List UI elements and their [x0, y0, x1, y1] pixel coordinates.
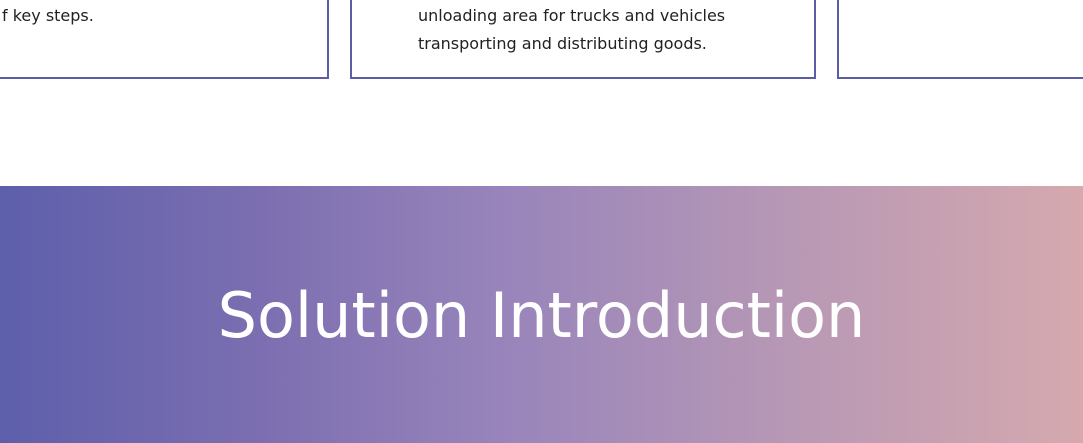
card-description-line: transporting and distributing goods.: [418, 34, 707, 53]
card-description: unloading area for trucks and vehicles t…: [418, 2, 798, 58]
page: f key steps. unloading area for trucks a…: [0, 0, 1083, 443]
card-description: f key steps.: [2, 6, 94, 25]
feature-card-middle: unloading area for trucks and vehicles t…: [350, 0, 816, 79]
section-title: Solution Introduction: [217, 279, 866, 352]
feature-card-left: f key steps.: [0, 0, 329, 79]
card-description-line: unloading area for trucks and vehicles: [418, 6, 726, 25]
feature-card-right: [837, 0, 1083, 79]
solution-banner: Solution Introduction: [0, 186, 1083, 443]
